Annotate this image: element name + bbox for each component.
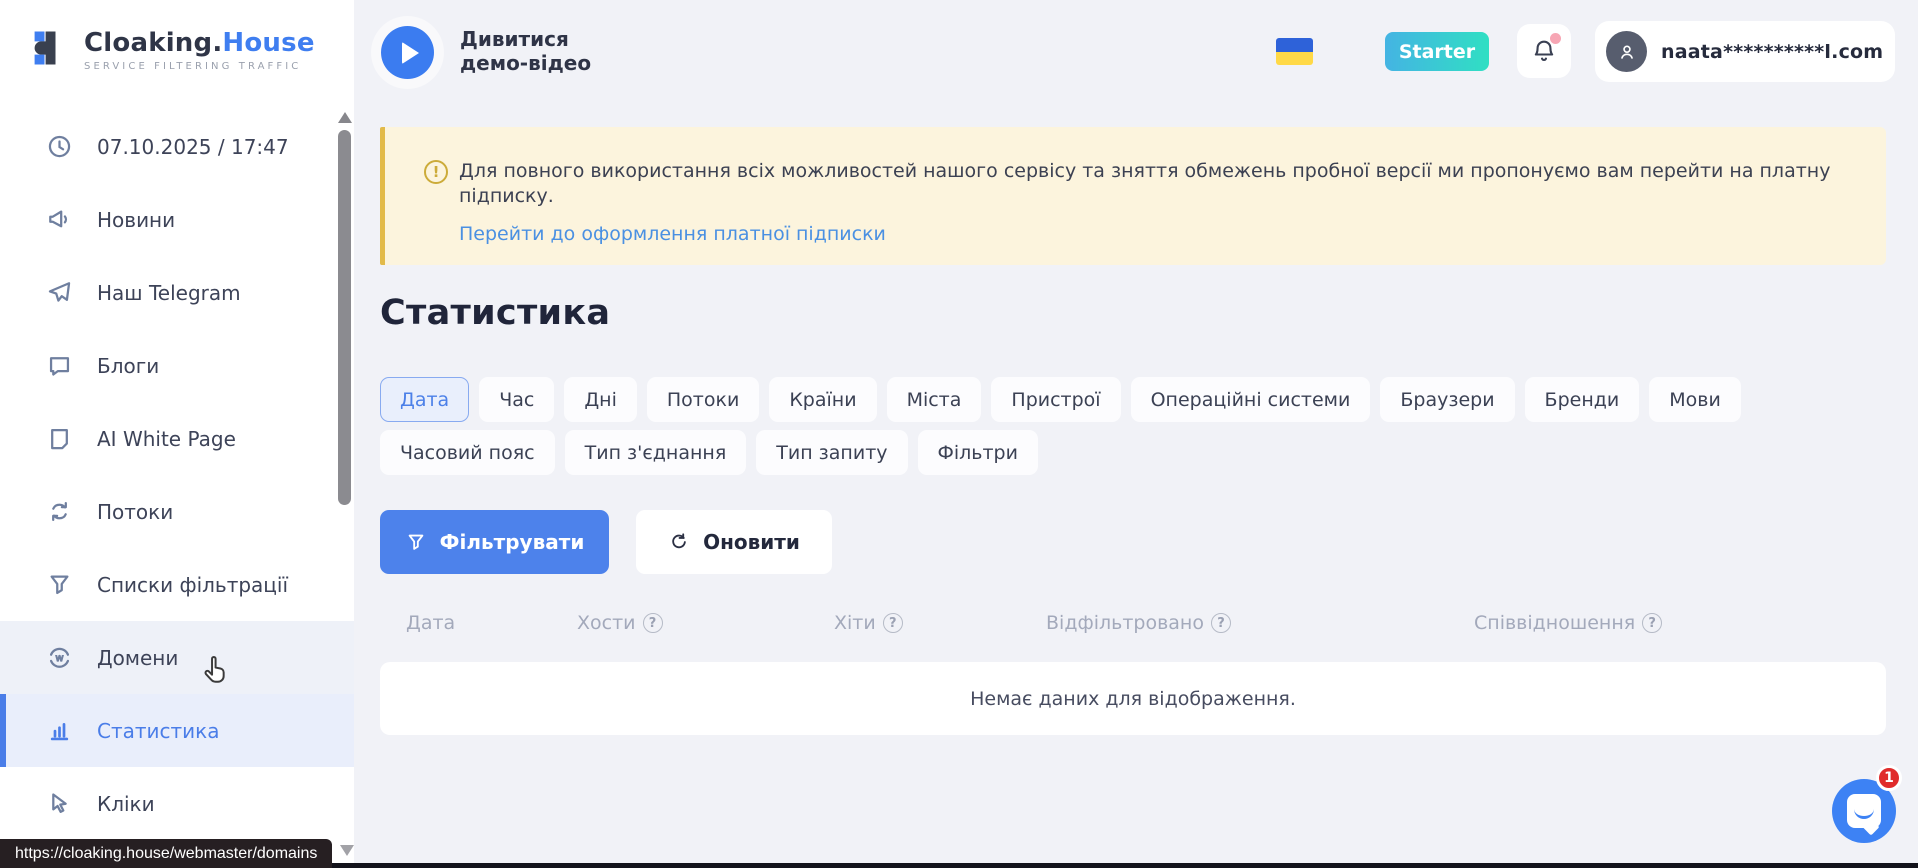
sidebar-item-label: Кліки [97, 792, 155, 816]
column-header-date: Дата [406, 612, 455, 634]
empty-state-text: Немає даних для відображення. [970, 688, 1296, 710]
sidebar-scrollbar-thumb[interactable] [338, 130, 351, 505]
flag-yellow-stripe [1276, 52, 1313, 66]
trial-banner-message: Для повного використання всіх можливосте… [459, 159, 1849, 209]
funnel-icon [46, 571, 73, 598]
refresh-button-label: Оновити [703, 530, 800, 554]
tab-filters[interactable]: Фільтри [918, 430, 1038, 475]
help-icon[interactable]: ? [1642, 613, 1662, 633]
sidebar-scroll-up-arrow[interactable] [338, 112, 352, 123]
app-screen: Cloaking.House SERVICE FILTERING TRAFFIC… [0, 0, 1918, 868]
tab-devices[interactable]: Пристрої [991, 377, 1120, 422]
column-header-filtered: Відфільтровано? [1046, 612, 1231, 634]
chat-bubble-icon [1847, 794, 1881, 828]
sidebar-item-label: Блоги [97, 354, 159, 378]
page-icon [46, 425, 73, 452]
globe-icon: w [46, 644, 73, 671]
play-demo-button[interactable] [381, 26, 434, 79]
tab-brands[interactable]: Бренди [1525, 377, 1640, 422]
language-flag-ukraine[interactable] [1276, 38, 1313, 65]
sidebar-item-domains[interactable]: w Домени [0, 621, 354, 694]
sidebar-item-news[interactable]: Новини [0, 183, 354, 256]
user-email: naata**********l.com [1661, 41, 1883, 63]
sidebar-item-label: Статистика [97, 719, 220, 743]
tab-streams[interactable]: Потоки [647, 377, 759, 422]
sidebar-item-ai-white-page[interactable]: AI White Page [0, 402, 354, 475]
sidebar-item-label: Новини [97, 208, 175, 232]
sidebar-item-telegram[interactable]: Наш Telegram [0, 256, 354, 329]
chat-unread-badge: 1 [1876, 765, 1902, 791]
tab-timezone[interactable]: Часовий пояс [380, 430, 555, 475]
sidebar-item-datetime: 07.10.2025 / 17:47 [0, 110, 354, 183]
clock-icon [46, 133, 73, 160]
notification-dot [1550, 33, 1561, 44]
flag-blue-stripe [1276, 38, 1313, 52]
sidebar-item-clicks[interactable]: Кліки [0, 767, 354, 840]
demo-video-label[interactable]: Дивитися демо-відео [460, 27, 610, 75]
tab-languages[interactable]: Мови [1649, 377, 1741, 422]
filter-button[interactable]: Фільтрувати [380, 510, 609, 574]
filter-button-label: Фільтрувати [440, 530, 585, 554]
play-icon [402, 42, 419, 64]
sidebar-item-label: Потоки [97, 500, 173, 524]
column-header-ratio: Співвідношення? [1474, 612, 1662, 634]
page-title: Статистика [380, 293, 610, 333]
sidebar-item-label: AI White Page [97, 427, 236, 451]
refresh-icon [668, 531, 690, 553]
help-icon[interactable]: ? [883, 613, 903, 633]
sidebar-item-label: Домени [97, 646, 178, 670]
column-header-hosts: Хости? [577, 612, 663, 634]
avatar [1606, 31, 1647, 72]
sidebar-menu: 07.10.2025 / 17:47 Новини Наш Telegram Б… [0, 110, 354, 840]
tab-cities[interactable]: Міста [887, 377, 982, 422]
help-icon[interactable]: ? [1211, 613, 1231, 633]
trial-banner: ! Для повного використання всіх можливос… [380, 127, 1886, 265]
user-account-button[interactable]: naata**********l.com [1595, 21, 1895, 82]
megaphone-icon [46, 206, 73, 233]
funnel-icon [405, 531, 427, 553]
chat-icon [46, 352, 73, 379]
tab-request-type[interactable]: Тип запиту [756, 430, 907, 475]
cursor-icon [46, 790, 73, 817]
stats-table-header: Дата Хости? Хіти? Відфільтровано? Співві… [380, 612, 1886, 646]
tab-days[interactable]: Дні [564, 377, 637, 422]
brand-logo-icon [28, 26, 72, 74]
tab-data[interactable]: Дата [380, 377, 469, 422]
brand-logo[interactable]: Cloaking.House SERVICE FILTERING TRAFFIC [0, 0, 354, 74]
tab-browsers[interactable]: Браузери [1380, 377, 1514, 422]
help-icon[interactable]: ? [643, 613, 663, 633]
sidebar-item-statistics[interactable]: Статистика [0, 694, 354, 767]
refresh-button[interactable]: Оновити [636, 510, 832, 574]
tab-connection-type[interactable]: Тип з'єднання [565, 430, 747, 475]
chat-smile-icon [1854, 807, 1874, 819]
svg-text:w: w [55, 653, 63, 664]
sidebar-scroll-down-arrow[interactable] [340, 845, 354, 856]
empty-state-card: Немає даних для відображення. [380, 662, 1886, 735]
tab-operating-systems[interactable]: Операційні системи [1131, 377, 1371, 422]
sync-icon [46, 498, 73, 525]
sidebar: Cloaking.House SERVICE FILTERING TRAFFIC… [0, 0, 354, 868]
person-icon [1616, 41, 1638, 63]
tab-countries[interactable]: Країни [769, 377, 876, 422]
telegram-icon [46, 279, 73, 306]
brand-name: Cloaking.House SERVICE FILTERING TRAFFIC [84, 28, 315, 72]
status-bar-url: https://cloaking.house/webmaster/domains [0, 839, 332, 868]
topbar: Дивитися демо-відео Starter naata*******… [354, 0, 1918, 105]
warning-icon: ! [424, 160, 448, 184]
sidebar-item-blogs[interactable]: Блоги [0, 329, 354, 402]
tab-time[interactable]: Час [479, 377, 554, 422]
sidebar-item-label: Наш Telegram [97, 281, 241, 305]
filter-tabs: Дата Час Дні Потоки Країни Міста Пристро… [380, 377, 1890, 475]
sidebar-item-label: Списки фільтрації [97, 573, 288, 597]
action-buttons: Фільтрувати Оновити [380, 510, 832, 574]
sidebar-item-label: 07.10.2025 / 17:47 [97, 135, 289, 159]
upgrade-subscription-link[interactable]: Перейти до оформлення платної підписки [459, 223, 886, 245]
sidebar-item-streams[interactable]: Потоки [0, 475, 354, 548]
sidebar-item-filter-lists[interactable]: Списки фільтрації [0, 548, 354, 621]
plan-starter-button[interactable]: Starter [1385, 32, 1489, 71]
brand-tagline: SERVICE FILTERING TRAFFIC [84, 61, 315, 72]
bar-chart-icon [46, 717, 73, 744]
notifications-button[interactable] [1517, 24, 1571, 78]
column-header-hits: Хіти? [834, 612, 903, 634]
